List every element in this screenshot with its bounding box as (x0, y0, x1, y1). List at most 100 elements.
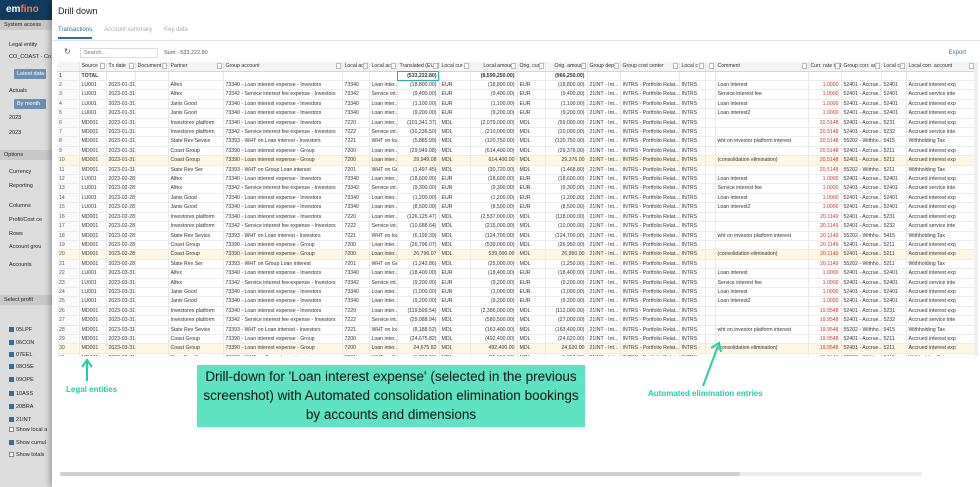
table-cell[interactable] (705, 146, 716, 157)
table-cell[interactable]: 1 (57, 71, 80, 82)
table-cell[interactable]: (18,600.00) (470, 174, 518, 185)
table-cell[interactable]: 13 (57, 183, 80, 194)
sidebar-item[interactable]: 07EEL (0, 350, 52, 360)
table-cell[interactable]: (1,468.80) (545, 165, 588, 176)
column-filter-icon[interactable] (390, 63, 396, 69)
column-filter-icon[interactable] (708, 63, 714, 69)
table-cell[interactable]: 5211 (881, 259, 907, 270)
table-cell[interactable]: 2023-02-28 (106, 221, 136, 232)
table-cell[interactable]: INTRS - Portfolio Relat... (620, 174, 680, 185)
table-cell[interactable]: LU001 (79, 296, 107, 307)
sidebar-item[interactable]: 2023 (0, 113, 52, 123)
table-cell[interactable] (715, 146, 809, 157)
table-cell[interactable]: 73340 (342, 193, 370, 204)
sidebar-item[interactable]: Latest data (14, 69, 46, 79)
column-filter-icon[interactable] (216, 63, 222, 69)
table-cell[interactable]: MDL (517, 231, 546, 241)
table-cell[interactable]: Service interest fee (715, 89, 809, 100)
table-cell[interactable]: Investorex platform (168, 127, 224, 138)
column-header[interactable]: Curr. rate to EUR (808, 62, 842, 72)
table-cell[interactable]: 73340 (342, 99, 370, 110)
table-cell[interactable]: 52401 (881, 174, 907, 185)
table-cell[interactable]: MD001 (79, 212, 107, 223)
table-cell[interactable]: 2023-01-31 (106, 99, 136, 110)
table-cell[interactable] (715, 212, 809, 223)
table-cell[interactable] (715, 71, 809, 82)
table-cell[interactable] (705, 80, 716, 91)
table-cell[interactable]: Loan inter... (369, 193, 398, 204)
table-cell[interactable]: 7222 (342, 127, 370, 138)
table-cell[interactable]: (9,400.00) (397, 89, 440, 100)
table-cell[interactable]: Accrued interest exp (906, 334, 975, 345)
table-cell[interactable]: EUR (517, 202, 546, 213)
table-cell[interactable]: (118,000.00) (545, 212, 588, 223)
table-cell[interactable]: 21INT - Int... (587, 259, 621, 270)
table-cell[interactable]: 19.9548 (808, 334, 842, 345)
column-filter-icon[interactable] (580, 63, 586, 69)
table-cell[interactable]: 19.9548 (808, 325, 842, 335)
table-cell[interactable]: 52401 (881, 183, 907, 194)
table-cell[interactable]: 7200 (342, 240, 370, 251)
table-cell[interactable]: 30 (57, 343, 80, 354)
scrollbar-thumb[interactable] (60, 472, 740, 476)
table-cell[interactable]: Alfex (168, 174, 224, 185)
table-cell[interactable]: 20.5148 (808, 155, 842, 166)
table-cell[interactable]: TOTAL (79, 71, 107, 82)
table-cell[interactable]: (539,000.00) (470, 240, 518, 251)
table-cell[interactable]: (215,000.00) (470, 221, 518, 232)
table-cell[interactable]: (120,750.00) (470, 136, 518, 147)
table-cell[interactable]: 2023-01-31 (106, 118, 136, 129)
table-cell[interactable]: Accrued interest exp (906, 343, 975, 354)
table-row[interactable]: 31MD0012023-03-31 State Rev Ser73393 - WH… (57, 353, 975, 356)
table-cell[interactable] (587, 71, 621, 82)
table-cell[interactable]: 22 (57, 268, 80, 279)
sidebar-item[interactable]: Rows (0, 229, 52, 239)
sidebar-item[interactable]: By month (14, 99, 46, 109)
checkbox[interactable] (9, 417, 14, 422)
table-cell[interactable] (715, 315, 809, 326)
table-cell[interactable]: INTRS - Portfolio Relat... (620, 231, 680, 241)
table-cell[interactable]: 21INT - Int... (587, 146, 621, 157)
tab-transactions[interactable]: Transactions (58, 27, 93, 39)
table-cell[interactable]: Loan inter... (369, 174, 398, 185)
table-cell[interactable]: 21INT - Int... (587, 99, 621, 110)
checkbox[interactable] (9, 440, 14, 445)
table-cell[interactable]: LU001 (79, 278, 107, 288)
table-cell[interactable]: Janis Good (168, 99, 224, 110)
table-cell[interactable]: 21INT - Int... (587, 174, 621, 185)
table-cell[interactable]: MDL (439, 146, 471, 157)
table-cell[interactable]: Accrued service inte (906, 221, 975, 232)
table-cell[interactable]: Withholding Tax (906, 165, 975, 176)
sidebar-item[interactable]: Profit/Cost ce (0, 215, 52, 225)
table-row[interactable]: 11 MD001 2023-01-31 State Rev Ser 73393 - WH… (57, 165, 975, 176)
column-filter-icon[interactable] (874, 63, 880, 69)
table-cell[interactable]: 2023-03-31 (106, 315, 136, 326)
table-cell[interactable]: Loan inter... (369, 212, 398, 223)
table-cell[interactable]: 5211 (881, 146, 907, 157)
table-cell[interactable]: Investorex platform (168, 118, 224, 129)
table-cell[interactable]: MD001 (79, 221, 107, 232)
table-cell[interactable] (135, 212, 169, 223)
table-cell[interactable]: Withholding Tax (906, 259, 975, 270)
column-header[interactable]: Document (135, 62, 169, 72)
table-cell[interactable]: 73393 - WHT on Group Loan interest (223, 165, 343, 176)
table-cell[interactable]: 73340 (342, 268, 370, 279)
table-cell[interactable]: 20.1149 (808, 231, 842, 241)
column-filter-icon[interactable] (362, 63, 368, 69)
table-cell[interactable]: Loan inter... (369, 334, 398, 345)
table-cell[interactable]: 2023-01-31 (106, 80, 136, 91)
table-cell[interactable]: INTRS - Portfolio Relat... (620, 343, 680, 354)
table-cell[interactable]: INTRS - Portfolio Relat... (620, 221, 680, 232)
table-cell[interactable]: MD001 (79, 249, 107, 260)
table-cell[interactable]: 52401 - Accrue... (841, 127, 882, 138)
table-cell[interactable]: INTRS (679, 155, 706, 166)
table-cell[interactable]: (29,949.08) (397, 146, 440, 157)
table-cell[interactable]: Janis Good (168, 296, 224, 307)
column-filter-icon[interactable] (463, 63, 469, 69)
table-cell[interactable]: 73342 (342, 183, 370, 194)
sidebar-item[interactable]: 09OPE (0, 375, 52, 385)
table-cell[interactable]: 2023-03-31 (106, 278, 136, 288)
table-cell[interactable]: (26,950.00) (545, 240, 588, 251)
table-cell[interactable]: 73390 - Loan interest expense - Group (223, 240, 343, 251)
table-cell[interactable]: 2023-01-31 (106, 146, 136, 157)
